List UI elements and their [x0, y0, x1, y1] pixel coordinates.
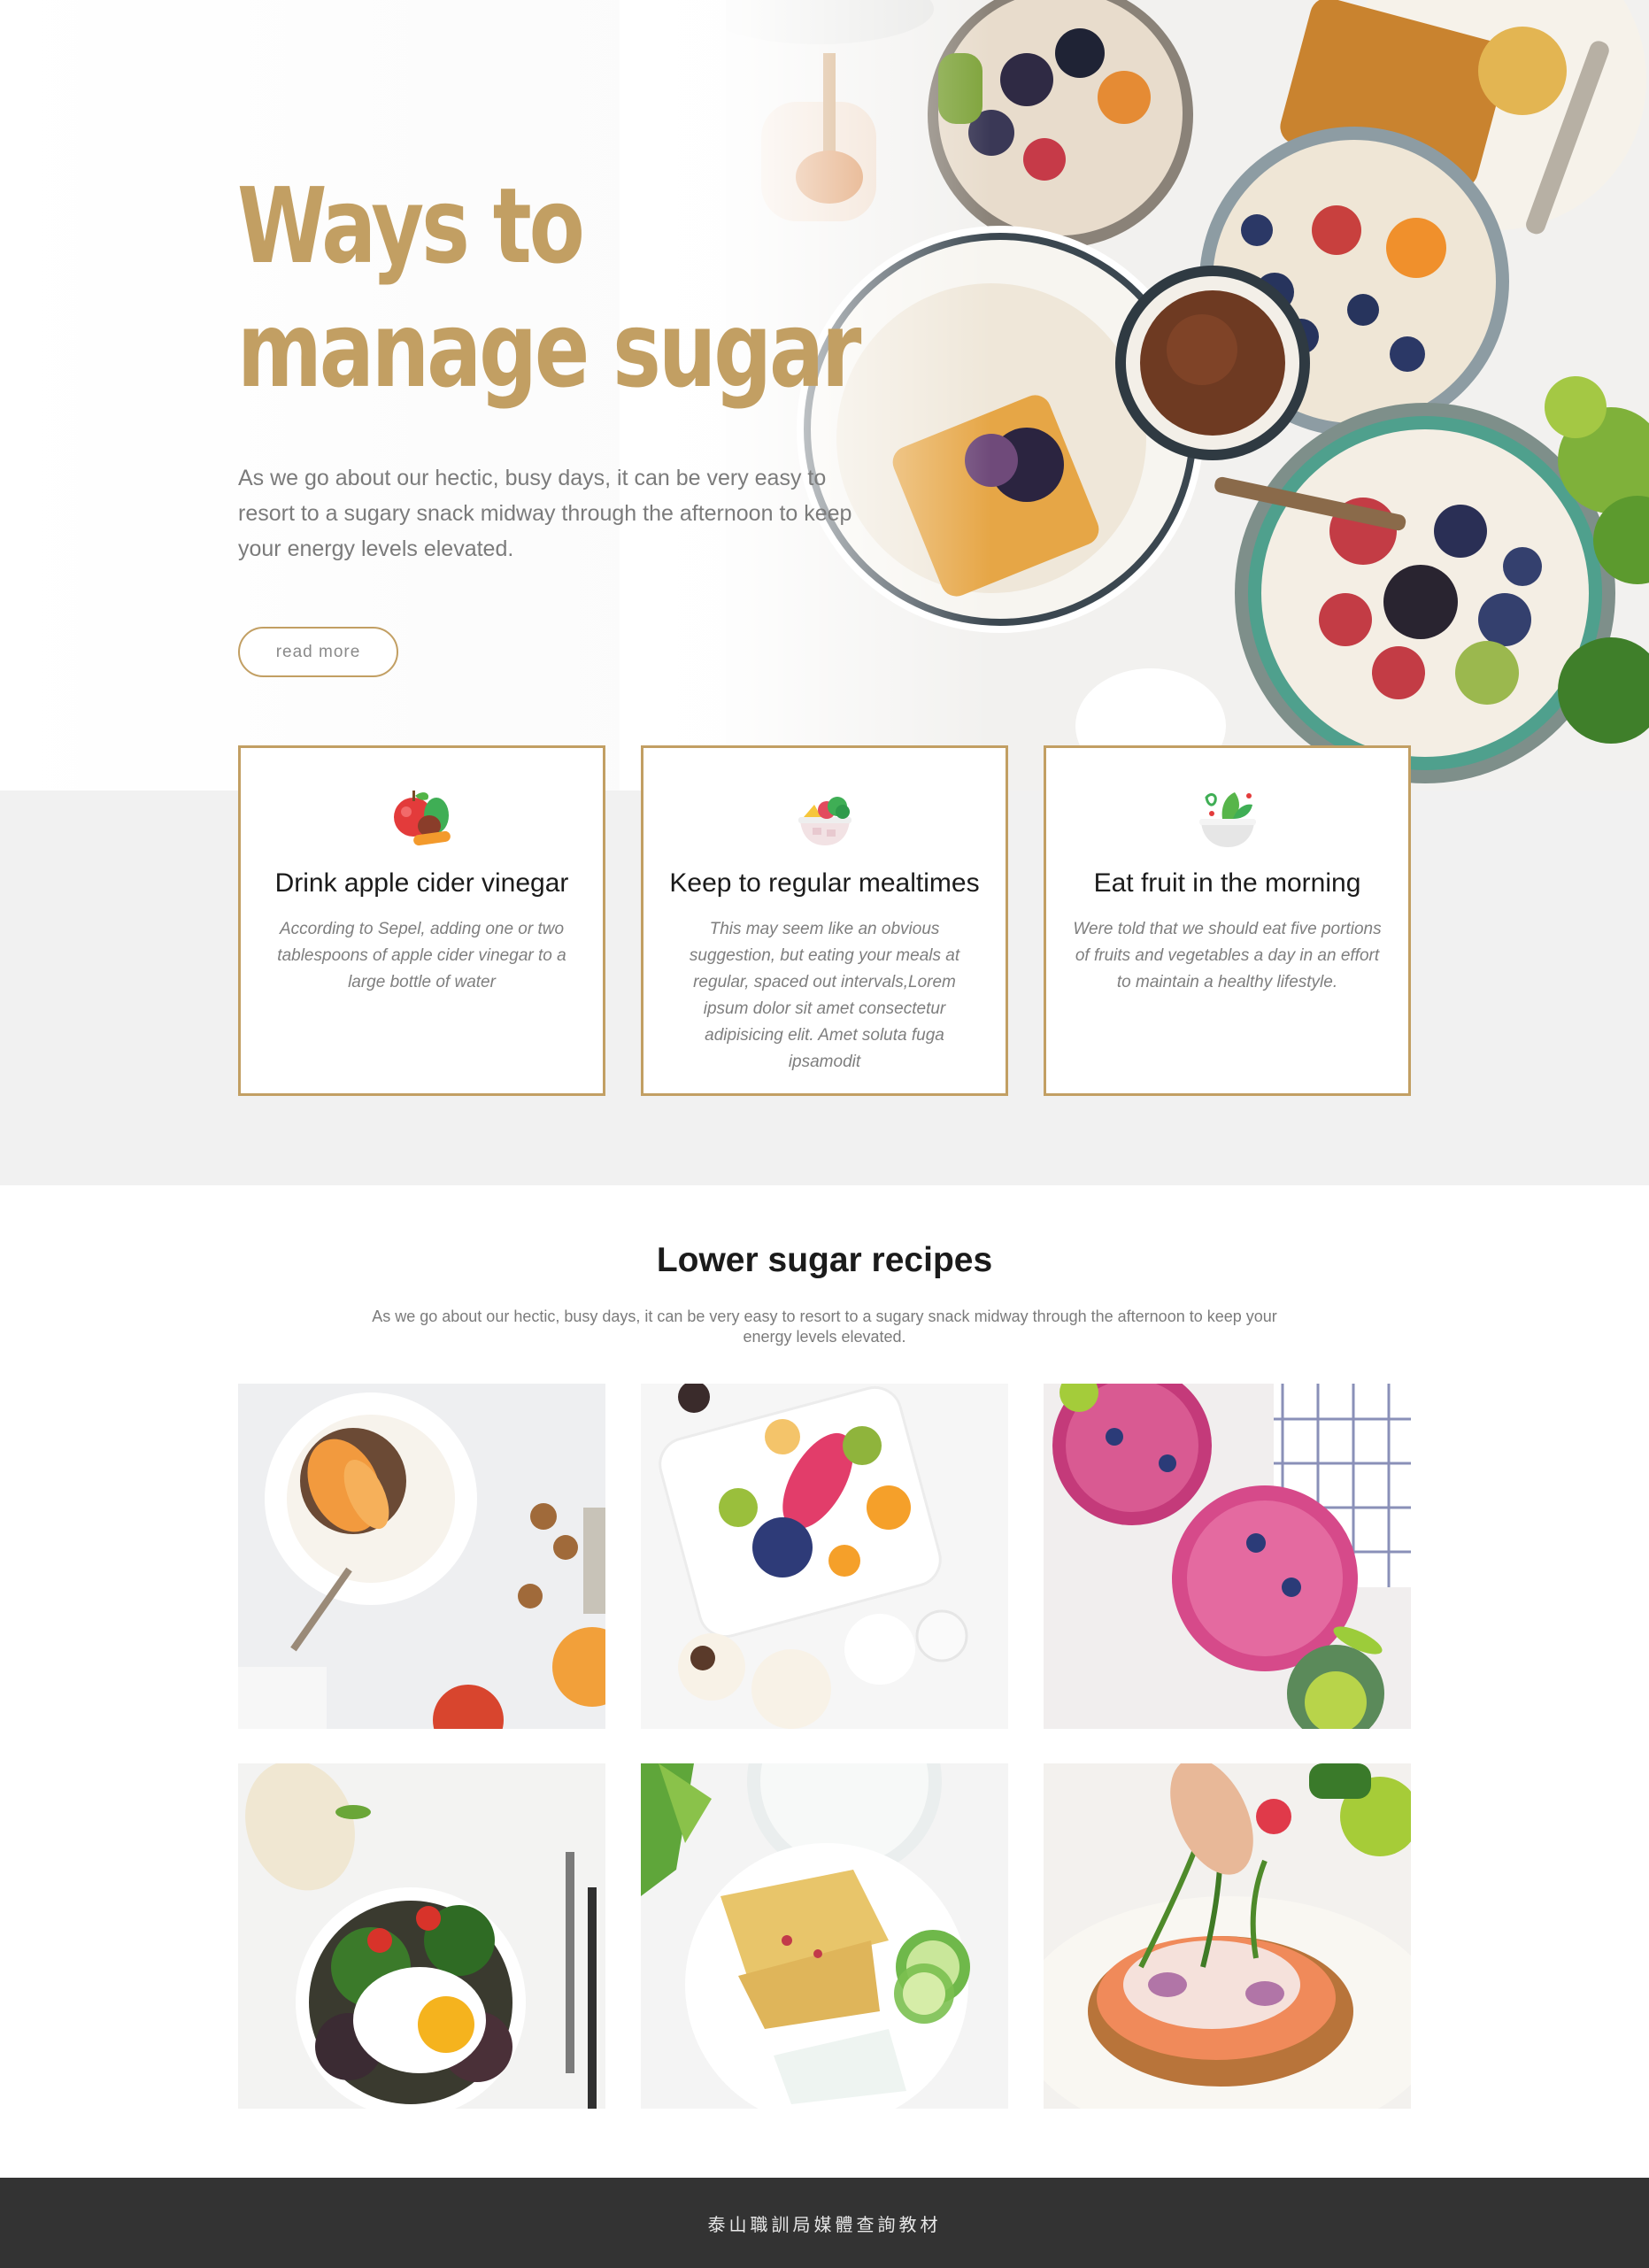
salad-bowl-icon — [1198, 792, 1256, 847]
hero-title-line1: Ways to — [237, 165, 585, 287]
recipe-tile-cornbread[interactable] — [641, 1763, 1008, 2109]
feature-card-fruit-morning: Eat fruit in the morning Were told that … — [1044, 745, 1411, 1096]
hero-description: As we go about our hectic, busy days, it… — [238, 466, 852, 561]
feature-text: This may seem like an obvious suggestion… — [689, 920, 960, 1071]
feature-card-apple-cider: Drink apple cider vinegar According to S… — [238, 745, 605, 1096]
recipe-image — [641, 1384, 1008, 1729]
recipe-tile-berry-drinks[interactable] — [1044, 1384, 1411, 1729]
feature-title: Eat fruit in the morning — [1093, 868, 1361, 898]
recipe-image — [238, 1384, 605, 1729]
recipe-image — [238, 1763, 605, 2109]
apple-fruit-icon — [393, 791, 451, 846]
recipe-tile-salmon-toast[interactable] — [1044, 1763, 1411, 2109]
footer-text: 泰山職訓局媒體查詢教材 — [707, 2215, 942, 2235]
recipe-tile-egg-salad[interactable] — [238, 1763, 605, 2109]
feature-card-mealtimes: Keep to regular mealtimes This may seem … — [641, 745, 1008, 1096]
recipe-image — [641, 1763, 1008, 2109]
recipe-tile-fruit-platter[interactable] — [641, 1384, 1008, 1729]
feature-text: Were told that we should eat five portio… — [1073, 920, 1382, 991]
feature-title: Keep to regular mealtimes — [669, 868, 980, 898]
read-more-button[interactable]: read more — [238, 627, 398, 677]
recipes-description: As we go about our hectic, busy days, it… — [372, 1308, 1277, 1346]
hero-section: Ways to manage sugar As we go about our … — [0, 0, 1649, 791]
recipes-title: Lower sugar recipes — [656, 1241, 993, 1279]
footer: 泰山職訓局媒體查詢教材 — [0, 2178, 1649, 2268]
recipe-tile-yogurt-bowl[interactable] — [238, 1384, 605, 1729]
feature-title: Drink apple cider vinegar — [274, 868, 569, 898]
recipe-image — [1044, 1763, 1411, 2109]
food-bowl-icon — [798, 797, 851, 845]
feature-text: According to Sepel, adding one or two ta… — [277, 920, 566, 991]
recipe-image — [1044, 1384, 1411, 1729]
hero-title: Ways to manage sugar — [237, 164, 861, 412]
hero-title-line2: manage sugar — [237, 289, 861, 411]
